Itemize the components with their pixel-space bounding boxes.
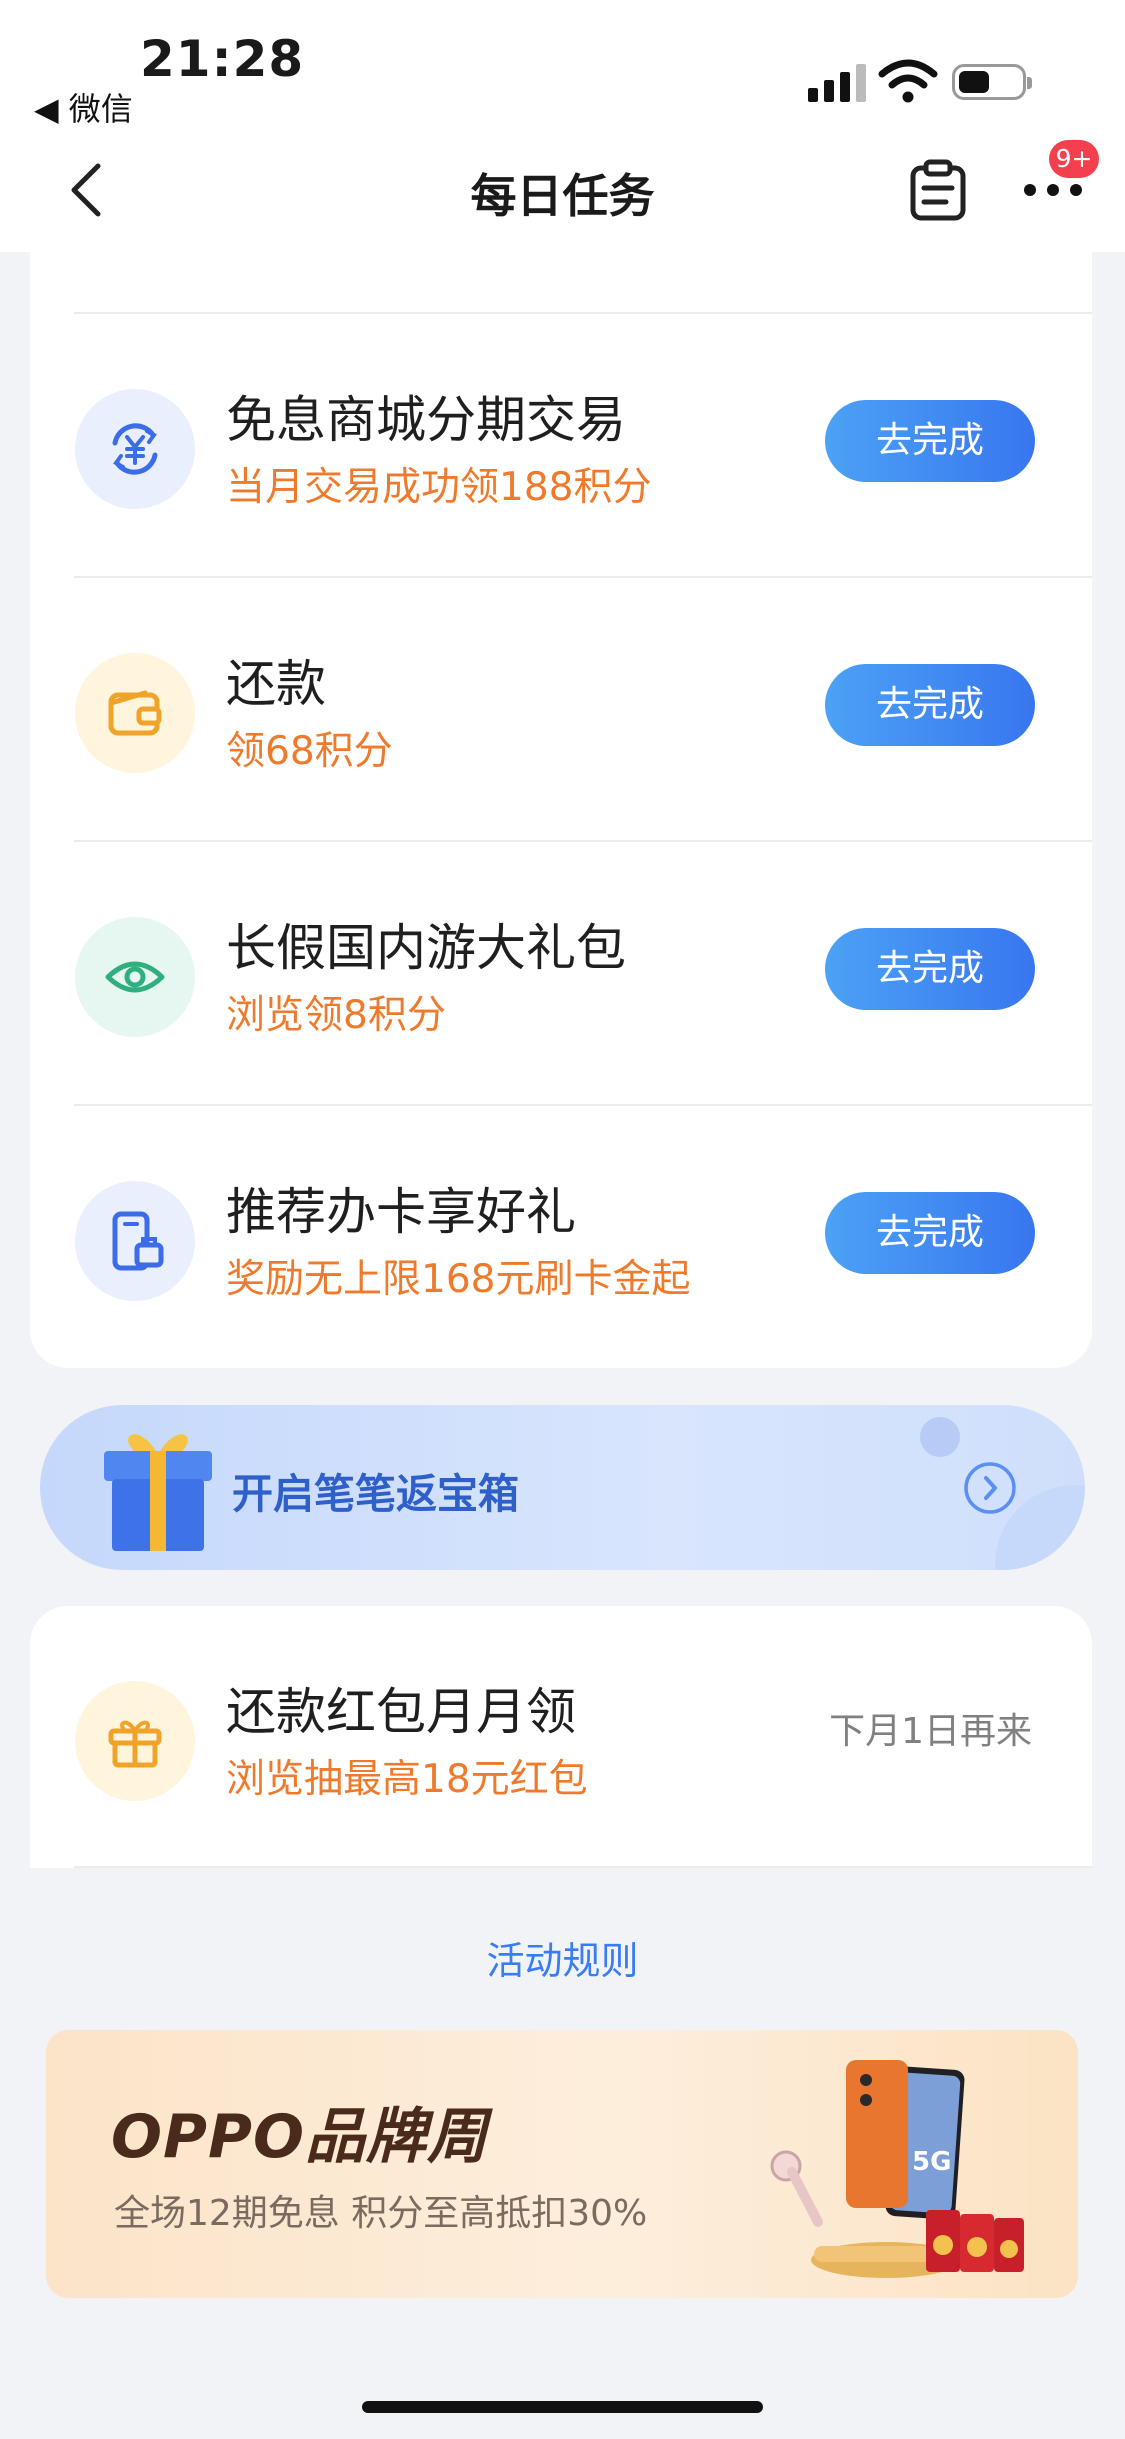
go-complete-button[interactable]: 去完成 bbox=[825, 1192, 1035, 1274]
wallet-icon bbox=[108, 690, 162, 736]
task-item: 还款红包月月领 浏览抽最高18元红包 下月1日再来 bbox=[30, 1606, 1092, 1868]
nav-bar: 每日任务 bbox=[0, 130, 1125, 252]
clipboard-icon[interactable] bbox=[906, 158, 970, 222]
task-icon-wrap bbox=[75, 917, 195, 1037]
go-complete-button[interactable]: 去完成 bbox=[825, 400, 1035, 482]
status-time: 21:28 bbox=[140, 30, 305, 88]
task-item: 还款 领68积分 去完成 bbox=[30, 578, 1092, 840]
more-options-icon[interactable] bbox=[1018, 174, 1088, 204]
gift-box-icon bbox=[104, 1434, 212, 1551]
task-list-card: 免息商城分期交易 当月交易成功领188积分 去完成 还款 领68积分 去完成 长… bbox=[30, 252, 1092, 1368]
task-item: 长假国内游大礼包 浏览领8积分 去完成 bbox=[30, 842, 1092, 1104]
task-title: 推荐办卡享好礼 bbox=[226, 1183, 576, 1241]
activity-rules-link[interactable]: 活动规则 bbox=[0, 1930, 1125, 1985]
back-to-app-link[interactable]: ◀ 微信 bbox=[34, 84, 133, 130]
notification-badge: 9+ bbox=[1049, 140, 1099, 178]
chevron-right-icon[interactable] bbox=[962, 1460, 1018, 1516]
yuan-exchange-icon bbox=[112, 423, 158, 475]
task-subtitle: 领68积分 bbox=[226, 729, 393, 774]
task-item: 免息商城分期交易 当月交易成功领188积分 去完成 bbox=[30, 314, 1092, 576]
task-subtitle: 奖励无上限168元刷卡金起 bbox=[226, 1257, 691, 1302]
task-title: 还款 bbox=[226, 655, 326, 713]
wifi-icon bbox=[878, 59, 938, 103]
task-title: 长假国内游大礼包 bbox=[226, 919, 626, 977]
battery-icon bbox=[952, 64, 1032, 100]
task-icon-wrap bbox=[75, 1181, 195, 1301]
task-subtitle: 浏览抽最高18元红包 bbox=[226, 1757, 588, 1802]
svg-text:5G: 5G bbox=[912, 2147, 951, 2177]
promo-subtitle: 全场12期免息 积分至高抵扣30% bbox=[114, 2193, 648, 2234]
treasure-banner-label: 开启笔笔返宝箱 bbox=[232, 1470, 519, 1518]
task-status: 下月1日再来 bbox=[829, 1711, 1032, 1752]
promo-products-image: 5G bbox=[770, 2060, 1024, 2278]
task-icon-wrap bbox=[75, 653, 195, 773]
red-packet-card: 还款红包月月领 浏览抽最高18元红包 下月1日再来 bbox=[30, 1606, 1092, 1868]
home-indicator[interactable] bbox=[362, 2401, 763, 2413]
promo-title: OPPO品牌周 bbox=[111, 2102, 488, 2172]
task-icon-wrap bbox=[75, 389, 195, 509]
gift-icon bbox=[108, 1720, 162, 1768]
phone-card-icon bbox=[112, 1211, 164, 1271]
go-complete-button[interactable]: 去完成 bbox=[825, 928, 1035, 1010]
go-complete-button[interactable]: 去完成 bbox=[825, 664, 1035, 746]
task-icon-wrap bbox=[75, 1681, 195, 1801]
treasure-chest-banner[interactable]: 开启笔笔返宝箱 bbox=[40, 1405, 1085, 1570]
eye-icon bbox=[105, 961, 165, 993]
status-bar: 21:28 ◀ 微信 bbox=[0, 0, 1125, 130]
promo-banner[interactable]: OPPO品牌周 全场12期免息 积分至高抵扣30% 5G bbox=[46, 2030, 1078, 2298]
divider bbox=[74, 1866, 1092, 1868]
task-title: 还款红包月月领 bbox=[226, 1683, 576, 1741]
task-subtitle: 当月交易成功领188积分 bbox=[226, 465, 652, 510]
cellular-signal-icon bbox=[808, 64, 866, 102]
decor-bubble bbox=[920, 1417, 960, 1457]
task-title: 免息商城分期交易 bbox=[226, 391, 626, 449]
task-item: 推荐办卡享好礼 奖励无上限168元刷卡金起 去完成 bbox=[30, 1106, 1092, 1368]
task-subtitle: 浏览领8积分 bbox=[226, 993, 446, 1038]
